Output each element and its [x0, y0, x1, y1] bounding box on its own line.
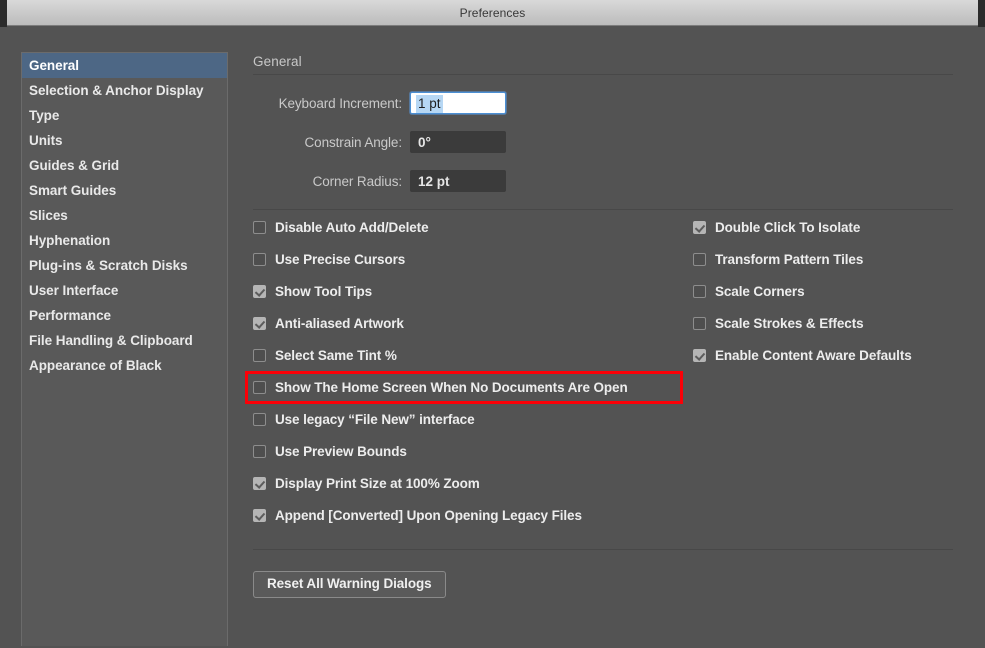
checkbox-label: Transform Pattern Tiles	[715, 252, 864, 267]
field-input-constrain-angle[interactable]: 0°	[410, 131, 506, 153]
checkbox-double-click-to-isolate[interactable]	[693, 221, 706, 234]
checkbox-label: Append [Converted] Upon Opening Legacy F…	[275, 508, 582, 523]
panel-title: General	[253, 54, 302, 69]
checkbox-column-left: Disable Auto Add/Delete Use Precise Curso…	[245, 217, 693, 537]
checkbox-row[interactable]: Disable Auto Add/Delete	[253, 217, 693, 238]
checkbox-anti-aliased-artwork[interactable]	[253, 317, 266, 330]
checkbox-label: Use Precise Cursors	[275, 252, 406, 267]
field-input-keyboard-increment[interactable]: 1 pt	[410, 92, 506, 114]
dialog-content: General Selection & Anchor Display Type Uni…	[0, 27, 985, 648]
sidebar-item-user-interface[interactable]: User Interface	[22, 278, 227, 303]
checkbox-label: Disable Auto Add/Delete	[275, 220, 429, 235]
checkbox-use-legacy-file-new-interface[interactable]	[253, 413, 266, 426]
field-row: Keyboard Increment: 1 pt	[253, 92, 953, 114]
checkbox-row[interactable]: Use legacy “File New” interface	[253, 409, 693, 430]
checkbox-use-precise-cursors[interactable]	[253, 253, 266, 266]
checkbox-label: Double Click To Isolate	[715, 220, 861, 235]
field-row: Constrain Angle: 0°	[253, 131, 953, 153]
checkbox-scale-corners[interactable]	[693, 285, 706, 298]
sidebar-item-type[interactable]: Type	[22, 103, 227, 128]
checkbox-label: Show The Home Screen When No Documents A…	[275, 380, 628, 395]
checkbox-label: Enable Content Aware Defaults	[715, 348, 912, 363]
window-title: Preferences	[459, 6, 526, 20]
preferences-window: Preferences General Selection & Anchor Di…	[0, 0, 985, 648]
sidebar-item-appearance-of-black[interactable]: Appearance of Black	[22, 353, 227, 378]
checkbox-row[interactable]: Show The Home Screen When No Documents A…	[245, 371, 693, 404]
divider-middle	[253, 209, 953, 210]
checkbox-label: Use legacy “File New” interface	[275, 412, 475, 427]
checkbox-row[interactable]: Append [Converted] Upon Opening Legacy F…	[253, 505, 693, 526]
checkbox-transform-pattern-tiles[interactable]	[693, 253, 706, 266]
sidebar-item-general[interactable]: General	[22, 53, 227, 78]
field-row: Corner Radius: 12 pt	[253, 170, 953, 192]
settings-panel: General Keyboard Increment: 1 pt Constrain…	[245, 52, 953, 598]
checkbox-label: Display Print Size at 100% Zoom	[275, 476, 480, 491]
checkbox-row[interactable]: Use Preview Bounds	[253, 441, 693, 462]
checkbox-row[interactable]: Scale Corners	[693, 281, 953, 302]
sidebar-item-slices[interactable]: Slices	[22, 203, 227, 228]
sidebar-item-hyphenation[interactable]: Hyphenation	[22, 228, 227, 253]
field-label: Keyboard Increment:	[278, 95, 403, 111]
reset-all-warning-dialogs-button[interactable]: Reset All Warning Dialogs	[253, 571, 446, 598]
sidebar-item-guides-grid[interactable]: Guides & Grid	[22, 153, 227, 178]
checkbox-row[interactable]: Scale Strokes & Effects	[693, 313, 953, 334]
field-label: Constrain Angle:	[304, 134, 403, 150]
field-input-corner-radius[interactable]: 12 pt	[410, 170, 506, 192]
sidebar-item-units[interactable]: Units	[22, 128, 227, 153]
checkbox-show-the-home-screen-when-no-documents-are-open[interactable]	[253, 381, 266, 394]
checkbox-row[interactable]: Display Print Size at 100% Zoom	[253, 473, 693, 494]
checkbox-label: Anti-aliased Artwork	[275, 316, 404, 331]
checkbox-show-tool-tips[interactable]	[253, 285, 266, 298]
checkbox-label: Scale Corners	[715, 284, 805, 299]
sidebar-item-plug-ins-scratch-disks[interactable]: Plug-ins & Scratch Disks	[22, 253, 227, 278]
checkbox-row[interactable]: Transform Pattern Tiles	[693, 249, 953, 270]
checkbox-group: Disable Auto Add/Delete Use Precise Curso…	[245, 217, 953, 537]
checkbox-row[interactable]: Anti-aliased Artwork	[253, 313, 693, 334]
sidebar-item-selection-anchor-display[interactable]: Selection & Anchor Display	[22, 78, 227, 103]
checkbox-column-right: Double Click To Isolate Transform Pattern…	[693, 217, 953, 377]
checkbox-use-preview-bounds[interactable]	[253, 445, 266, 458]
checkbox-label: Use Preview Bounds	[275, 444, 407, 459]
checkbox-append-converted-upon-opening-legacy-files[interactable]	[253, 509, 266, 522]
numeric-fields-group: Keyboard Increment: 1 pt Constrain Angle: 0…	[253, 92, 953, 192]
checkbox-select-same-tint[interactable]	[253, 349, 266, 362]
checkbox-scale-strokes-effects[interactable]	[693, 317, 706, 330]
checkbox-display-print-size-at-100-zoom[interactable]	[253, 477, 266, 490]
checkbox-label: Show Tool Tips	[275, 284, 373, 299]
sidebar-item-file-handling-clipboard[interactable]: File Handling & Clipboard	[22, 328, 227, 353]
category-list[interactable]: General Selection & Anchor Display Type Uni…	[21, 52, 228, 646]
divider-top	[253, 74, 953, 75]
checkbox-row[interactable]: Show Tool Tips	[253, 281, 693, 302]
divider-bottom	[253, 549, 953, 550]
checkbox-row[interactable]: Enable Content Aware Defaults	[693, 345, 953, 366]
field-label: Corner Radius:	[312, 173, 402, 189]
field-value-selected: 1 pt	[416, 95, 443, 113]
checkbox-row[interactable]: Select Same Tint %	[253, 345, 693, 366]
sidebar-item-smart-guides[interactable]: Smart Guides	[22, 178, 227, 203]
sidebar-item-performance[interactable]: Performance	[22, 303, 227, 328]
checkbox-disable-auto-add-delete[interactable]	[253, 221, 266, 234]
window-titlebar[interactable]: Preferences	[0, 0, 985, 27]
checkbox-enable-content-aware-defaults[interactable]	[693, 349, 706, 362]
checkbox-row[interactable]: Use Precise Cursors	[253, 249, 693, 270]
checkbox-label: Select Same Tint %	[275, 348, 397, 363]
checkbox-label: Scale Strokes & Effects	[715, 316, 864, 331]
checkbox-row[interactable]: Double Click To Isolate	[693, 217, 953, 238]
